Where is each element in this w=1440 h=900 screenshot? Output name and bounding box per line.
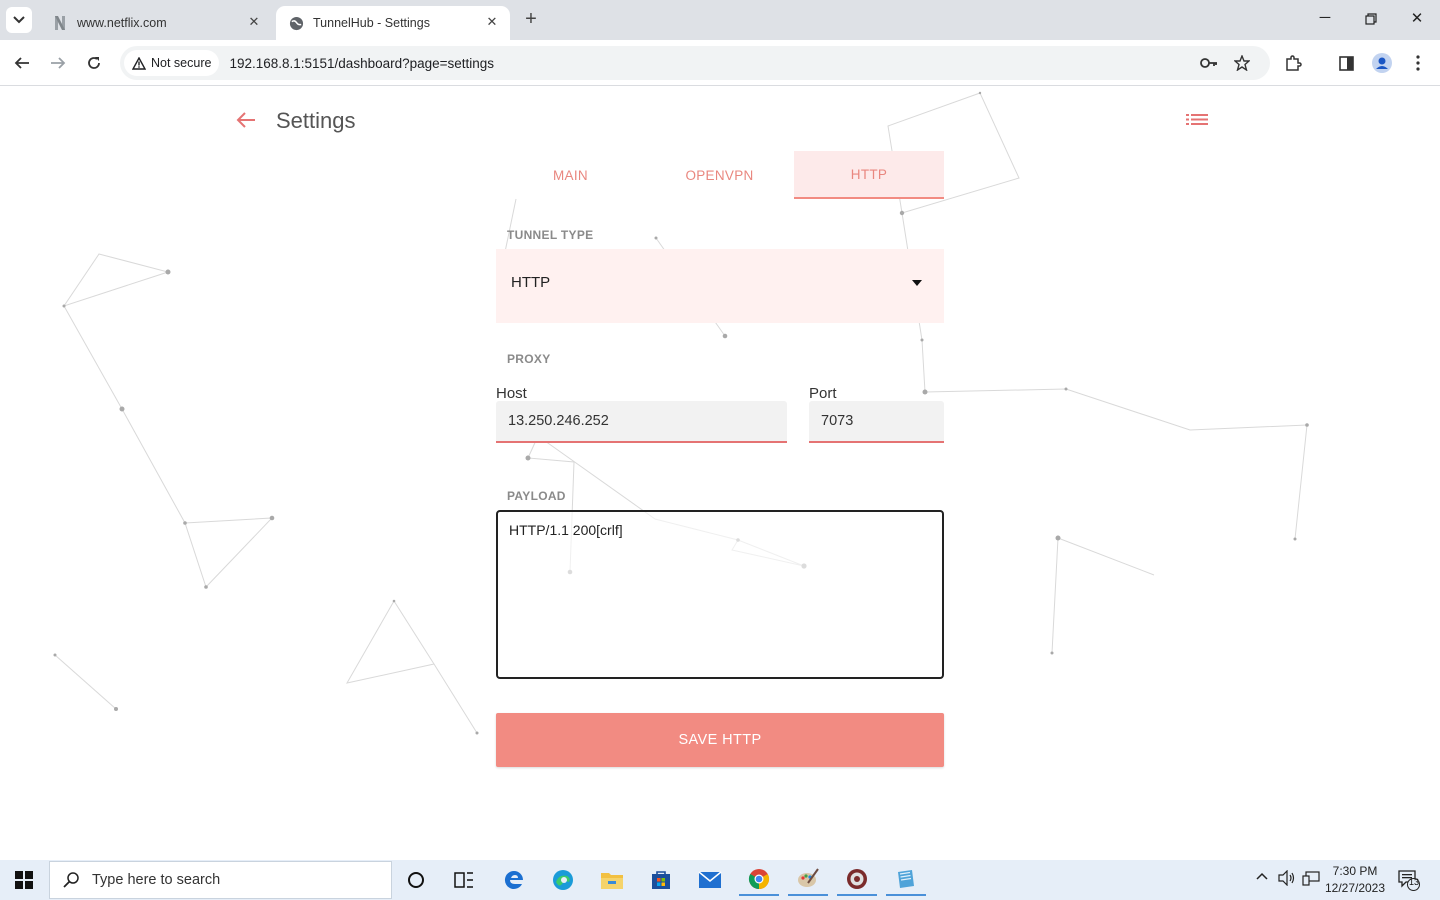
search-icon (63, 872, 79, 888)
forward-icon[interactable] (46, 51, 70, 75)
paint-app-icon[interactable] (788, 864, 828, 896)
tab-openvpn[interactable]: OPENVPN (645, 151, 794, 199)
network-icon[interactable] (1302, 870, 1320, 889)
tab-http[interactable]: HTTP (794, 151, 944, 199)
list-menu-icon[interactable] (1186, 113, 1208, 129)
notepad-app-icon[interactable] (886, 864, 926, 896)
task-view-icon[interactable] (444, 864, 484, 896)
settings-page: Settings MAIN OPENVPN HTTP TUNNEL TYPE H… (0, 87, 1440, 860)
clock-time: 7:30 PM (1332, 864, 1378, 878)
edge-icon[interactable] (543, 864, 583, 896)
windows-taskbar: Type here to search 7:30 PM 12/27/2023 1… (0, 860, 1440, 900)
host-field-container (496, 401, 787, 443)
address-bar[interactable]: Not secure 192.168.8.1:5151/dashboard?pa… (120, 46, 1270, 80)
proxy-label: PROXY (507, 352, 551, 366)
port-field-container (809, 401, 944, 443)
host-input[interactable] (496, 401, 787, 441)
globe-icon (288, 15, 304, 31)
minimize-icon[interactable]: ─ (1313, 9, 1337, 31)
bookmark-star-icon[interactable] (1233, 54, 1251, 72)
taskbar-clock[interactable]: 7:30 PM 12/27/2023 (1320, 863, 1390, 897)
tab-title: www.netflix.com (77, 16, 167, 30)
back-arrow-icon[interactable] (234, 108, 258, 132)
chrome-icon[interactable] (739, 864, 779, 896)
warning-triangle-icon (132, 56, 146, 70)
payload-label: PAYLOAD (507, 489, 566, 503)
notifications-icon[interactable]: 13 (1398, 869, 1420, 894)
tunnel-type-value: HTTP (511, 274, 551, 291)
chevron-down-icon (13, 16, 25, 24)
clock-date: 12/27/2023 (1324, 881, 1386, 895)
port-label: Port (809, 385, 837, 402)
browser-toolbar: Not secure 192.168.8.1:5151/dashboard?pa… (0, 40, 1440, 86)
tunnel-type-select[interactable]: HTTP (496, 249, 944, 323)
page-title: Settings (276, 108, 356, 133)
new-tab-plus-icon[interactable]: + (520, 9, 542, 31)
security-chip[interactable]: Not secure (124, 50, 220, 76)
file-explorer-icon[interactable] (592, 864, 632, 896)
back-icon[interactable] (10, 51, 34, 75)
side-panel-icon[interactable] (1334, 51, 1358, 75)
mail-icon[interactable] (690, 864, 730, 896)
host-label: Host (496, 385, 527, 402)
security-label: Not secure (151, 56, 212, 70)
extensions-puzzle-icon[interactable] (1281, 51, 1305, 75)
microsoft-store-icon[interactable] (641, 864, 681, 896)
taskbar-search-box[interactable]: Type here to search (49, 861, 392, 899)
cortana-circle-icon[interactable] (396, 864, 436, 896)
search-placeholder: Type here to search (92, 872, 221, 888)
tray-chevron-up-icon[interactable] (1256, 869, 1268, 884)
volume-icon[interactable] (1278, 869, 1296, 889)
save-http-button[interactable]: SAVE HTTP (496, 713, 944, 767)
profile-avatar-icon[interactable] (1370, 51, 1394, 75)
payload-textarea[interactable]: HTTP/1.1 200[crlf] (498, 512, 942, 677)
windows-start-icon[interactable] (0, 860, 48, 900)
edge-legacy-icon[interactable] (494, 864, 534, 896)
settings-tabs: MAIN OPENVPN HTTP (496, 151, 944, 199)
more-menu-icon[interactable] (1406, 51, 1430, 75)
port-input[interactable] (809, 401, 944, 441)
notification-count: 13 (1408, 877, 1419, 887)
close-window-icon[interactable]: ✕ (1405, 9, 1429, 31)
restore-icon[interactable] (1359, 9, 1383, 31)
tab-title: TunnelHub - Settings (313, 16, 430, 30)
url-text: 192.168.8.1:5151/dashboard?page=settings (229, 55, 495, 71)
browser-tab-tunnelhub[interactable]: TunnelHub - Settings ✕ (276, 6, 510, 40)
reload-icon[interactable] (82, 51, 106, 75)
browser-tab-netflix[interactable]: www.netflix.com ✕ (40, 6, 272, 40)
close-tab-icon[interactable]: ✕ (484, 14, 500, 30)
settings-gear-app-icon[interactable] (837, 864, 877, 896)
payload-field-container: HTTP/1.1 200[crlf] (496, 510, 944, 679)
tunnel-type-label: TUNNEL TYPE (507, 228, 594, 242)
browser-tab-strip: www.netflix.com ✕ TunnelHub - Settings ✕… (0, 0, 1440, 40)
dropdown-caret-icon (912, 280, 922, 286)
password-key-icon[interactable] (1200, 54, 1218, 72)
close-tab-icon[interactable]: ✕ (246, 14, 262, 30)
tab-main[interactable]: MAIN (496, 151, 645, 199)
tab-search-button[interactable] (6, 7, 32, 33)
netflix-favicon-icon (52, 15, 68, 31)
